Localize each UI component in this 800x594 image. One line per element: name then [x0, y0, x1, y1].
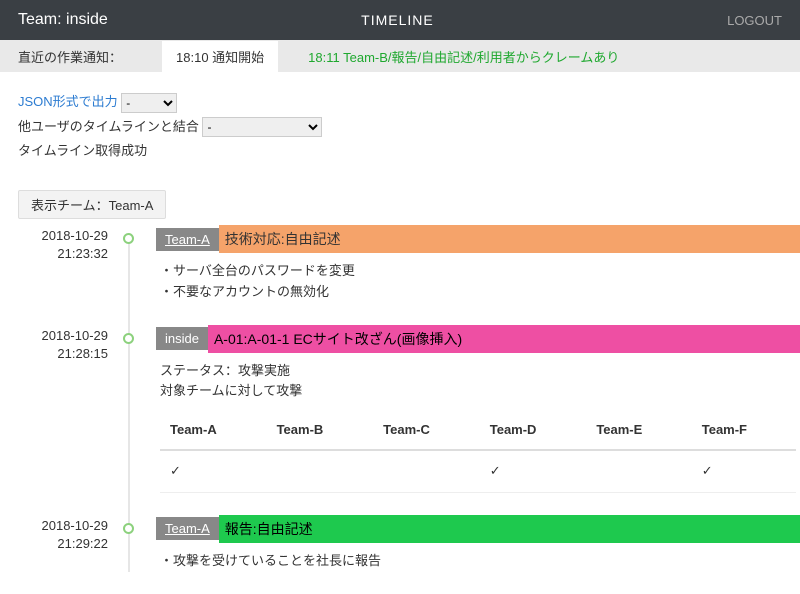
entry-timestamp: 2018-10-29 21:28:15 — [18, 325, 116, 493]
json-export-link[interactable]: JSON形式で出力 — [18, 94, 118, 109]
fetch-status: タイムライン取得成功 — [18, 139, 782, 164]
timeline-dot-icon — [123, 233, 134, 244]
entry-title-bar: A-01:A-01-1 ECサイト改ざん(画像挿入) — [208, 325, 800, 353]
timeline-entry: 2018-10-29 21:28:15 inside A-01:A-01-1 E… — [18, 325, 800, 493]
targets-header: Team-B — [267, 412, 374, 450]
targets-cell: ✓ — [160, 450, 267, 492]
timeline-dot-icon — [123, 333, 134, 344]
timeline: 2018-10-29 21:23:32 Team-A 技術対応:自由記述 ・サー… — [18, 225, 800, 572]
page-title[interactable]: TIMELINE — [68, 12, 727, 28]
targets-header: Team-F — [692, 412, 796, 450]
notice-label: 直近の作業通知： — [18, 47, 122, 66]
timeline-entry: 2018-10-29 21:29:22 Team-A 報告:自由記述 ・攻撃を受… — [18, 515, 800, 572]
entry-team-tag[interactable]: Team-A — [156, 517, 219, 540]
entry-timestamp: 2018-10-29 21:23:32 — [18, 225, 116, 303]
targets-header: Team-C — [373, 412, 480, 450]
entry-detail: ・サーバ全台のパスワードを変更 ・不要なアカウントの無効化 — [156, 253, 800, 303]
entry-detail: ステータス：攻撃実施 対象チームに対して攻撃 Team-A Team-B Tea… — [156, 353, 800, 493]
json-export-select[interactable]: - — [121, 93, 177, 113]
entry-team-tag[interactable]: inside — [156, 327, 208, 350]
timeline-entry: 2018-10-29 21:23:32 Team-A 技術対応:自由記述 ・サー… — [18, 225, 800, 303]
targets-cell — [267, 450, 374, 492]
targets-header: Team-A — [160, 412, 267, 450]
targets-cell: ✓ — [480, 450, 587, 492]
entry-team-tag[interactable]: Team-A — [156, 228, 219, 251]
display-team-label: 表示チーム：Team-A — [18, 190, 166, 219]
targets-header: Team-D — [480, 412, 587, 450]
merge-select[interactable]: - — [202, 117, 322, 137]
entry-title-bar: 報告:自由記述 — [219, 515, 800, 543]
topbar: Team: inside TIMELINE LOGOUT — [0, 0, 800, 40]
targets-cell — [373, 450, 480, 492]
targets-table: Team-A Team-B Team-C Team-D Team-E Team-… — [160, 412, 796, 493]
notice-bar: 直近の作業通知： 18:10 通知開始 18:11 Team-B/報告/自由記述… — [0, 40, 800, 72]
timeline-dot-icon — [123, 523, 134, 534]
entry-detail: ・攻撃を受けていることを社長に報告 — [156, 543, 800, 572]
controls: JSON形式で出力 - 他ユーザのタイムラインと結合 - タイムライン取得成功 — [0, 72, 800, 172]
logout-link[interactable]: LOGOUT — [727, 13, 782, 28]
entry-title-bar: 技術対応:自由記述 — [219, 225, 800, 253]
targets-header: Team-E — [586, 412, 691, 450]
entry-timestamp: 2018-10-29 21:29:22 — [18, 515, 116, 572]
targets-cell: ✓ — [692, 450, 796, 492]
notice-item-1: 18:10 通知開始 — [162, 41, 278, 72]
targets-cell — [586, 450, 691, 492]
merge-label: 他ユーザのタイムラインと結合 — [18, 119, 199, 134]
notice-item-2: 18:11 Team-B/報告/自由記述/利用者からクレームあり — [308, 47, 619, 66]
